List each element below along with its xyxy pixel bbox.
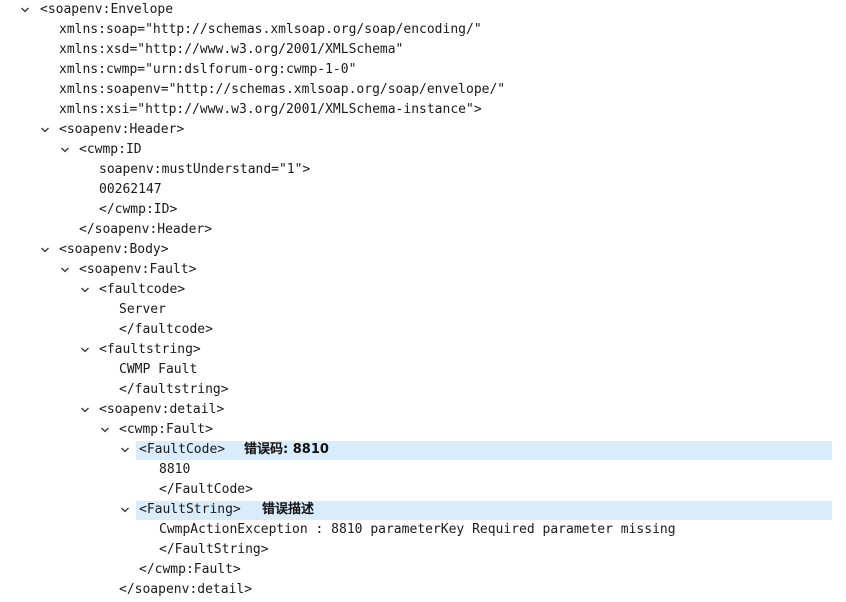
tree-node-label: <faultstring> [99, 342, 201, 357]
closing-tag: </FaultString> [159, 542, 269, 557]
tree-row-attribute: xmlns:xsd="http://www.w3.org/2001/XMLSch… [0, 40, 846, 60]
tree-row-close: </FaultString> [0, 540, 846, 560]
tree-row-value: CwmpActionException : 8810 parameterKey … [0, 520, 846, 540]
chevron-down-icon[interactable] [58, 260, 72, 280]
tree-node-label: <soapenv:Body> [59, 242, 169, 257]
chevron-down-icon[interactable] [78, 340, 92, 360]
attribute-text: xmlns:soapenv="http://schemas.xmlsoap.or… [59, 82, 506, 97]
attribute-text: xmlns:xsd="http://www.w3.org/2001/XMLSch… [59, 42, 404, 57]
tree-row-header[interactable]: <soapenv:Header> [0, 120, 846, 140]
tree-row-envelope[interactable]: <soapenv:Envelope [0, 0, 846, 20]
chevron-down-icon[interactable] [98, 420, 112, 440]
node-value: Server [119, 302, 166, 317]
closing-tag: </FaultCode> [159, 482, 253, 497]
chevron-down-icon[interactable] [118, 440, 132, 460]
tree-row-faultstring[interactable]: <faultstring> [0, 340, 846, 360]
tree-row-close: </FaultCode> [0, 480, 846, 500]
tree-row-close: </soapenv:detail> [0, 580, 846, 600]
tree-row-close: </faultstring> [0, 380, 846, 400]
attribute-text: xmlns:cwmp="urn:dslforum-org:cwmp-1-0" [59, 62, 357, 77]
tree-row-attribute: xmlns:xsi="http://www.w3.org/2001/XMLSch… [0, 100, 846, 120]
tree-row-faultcode-detail[interactable]: <FaultCode> 错误码: 8810 [0, 440, 846, 460]
closing-tag: </cwmp:ID> [99, 202, 178, 217]
tree-row-close: </soapenv:Header> [0, 220, 846, 240]
chevron-down-icon[interactable] [78, 280, 92, 300]
tree-row-attribute: soapenv:mustUnderstand="1"> [0, 160, 846, 180]
tree-row-cwmp-id[interactable]: <cwmp:ID [0, 140, 846, 160]
tree-row-close: </cwmp:ID> [0, 200, 846, 220]
tree-row-soap-fault[interactable]: <soapenv:Fault> [0, 260, 846, 280]
annotation-error-code: 错误码: 8810 [244, 442, 329, 457]
closing-tag: </soapenv:detail> [119, 582, 253, 597]
chevron-down-icon[interactable] [18, 0, 32, 20]
attribute-text: soapenv:mustUnderstand="1"> [99, 162, 311, 177]
attribute-text: xmlns:xsi="http://www.w3.org/2001/XMLSch… [59, 102, 482, 117]
tree-row-value: CWMP Fault [0, 360, 846, 380]
tree-row-faultcode[interactable]: <faultcode> [0, 280, 846, 300]
node-value: 8810 [159, 462, 191, 477]
node-value: CWMP Fault [119, 362, 198, 377]
tree-node-label: <soapenv:Envelope [40, 2, 174, 17]
closing-tag: </faultstring> [119, 382, 229, 397]
chevron-down-icon[interactable] [118, 500, 132, 520]
node-value: CwmpActionException : 8810 parameterKey … [159, 522, 676, 537]
tree-node-label: <soapenv:detail> [99, 402, 225, 417]
tree-row-value: 00262147 [0, 180, 846, 200]
tree-row-close: </faultcode> [0, 320, 846, 340]
tree-row-cwmp-fault[interactable]: <cwmp:Fault> [0, 420, 846, 440]
chevron-down-icon[interactable] [58, 140, 72, 160]
tree-node-label: <FaultString> [139, 502, 241, 517]
attribute-text: xmlns:soap="http://schemas.xmlsoap.org/s… [59, 22, 482, 37]
tree-row-faultstring-detail[interactable]: <FaultString> 错误描述 [0, 500, 846, 520]
chevron-down-icon[interactable] [38, 120, 52, 140]
tree-row-attribute: xmlns:cwmp="urn:dslforum-org:cwmp-1-0" [0, 60, 846, 80]
tree-node-label: <soapenv:Header> [59, 122, 185, 137]
row-highlight [136, 441, 832, 460]
tree-node-label: <FaultCode> [139, 442, 226, 457]
tree-node-label: <soapenv:Fault> [79, 262, 197, 277]
tree-row-attribute: xmlns:soap="http://schemas.xmlsoap.org/s… [0, 20, 846, 40]
chevron-down-icon[interactable] [38, 240, 52, 260]
chevron-down-icon[interactable] [78, 400, 92, 420]
closing-tag: </cwmp:Fault> [139, 562, 241, 577]
annotation-error-description: 错误描述 [262, 502, 315, 517]
tree-row-detail[interactable]: <soapenv:detail> [0, 400, 846, 420]
tree-row-value: 8810 [0, 460, 846, 480]
tree-node-label: <cwmp:Fault> [119, 422, 213, 437]
tree-row-attribute: xmlns:soapenv="http://schemas.xmlsoap.or… [0, 80, 846, 100]
node-value: 00262147 [99, 182, 162, 197]
closing-tag: </soapenv:Header> [79, 222, 213, 237]
xml-tree-view: <soapenv:Envelope xmlns:soap="http://sch… [0, 0, 846, 602]
tree-row-body[interactable]: <soapenv:Body> [0, 240, 846, 260]
tree-node-label: <cwmp:ID [79, 142, 142, 157]
tree-node-label: <faultcode> [99, 282, 186, 297]
tree-row-close: </cwmp:Fault> [0, 560, 846, 580]
tree-row-value: Server [0, 300, 846, 320]
closing-tag: </faultcode> [119, 322, 213, 337]
